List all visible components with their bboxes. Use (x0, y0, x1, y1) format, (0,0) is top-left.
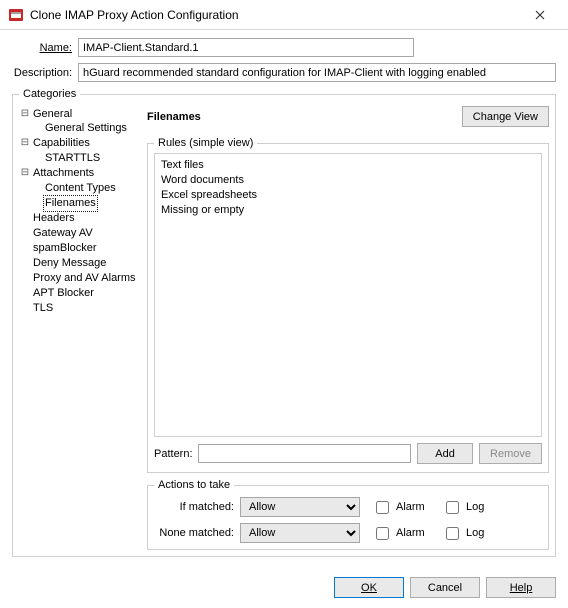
none-matched-select[interactable]: Allow (240, 523, 360, 543)
tree-filenames[interactable]: Filenames (43, 195, 98, 212)
tree-deny-message[interactable]: Deny Message (31, 256, 108, 271)
rule-item[interactable]: Missing or empty (161, 203, 535, 218)
if-matched-alarm-checkbox[interactable]: Alarm (360, 498, 430, 517)
description-label: Description: (12, 67, 78, 79)
category-tree[interactable]: ⊟General General Settings ⊟Capabilities … (19, 106, 141, 550)
tree-content-types[interactable]: Content Types (43, 181, 118, 196)
actions-legend: Actions to take (154, 479, 234, 491)
categories-fieldset: Categories ⊟General General Settings ⊟Ca… (12, 88, 556, 557)
tree-tls[interactable]: TLS (31, 301, 55, 316)
rules-legend: Rules (simple view) (154, 137, 257, 149)
description-input[interactable] (78, 63, 556, 82)
titlebar: Clone IMAP Proxy Action Configuration (0, 0, 568, 30)
tree-spamblocker[interactable]: spamBlocker (31, 241, 99, 256)
tree-gateway-av[interactable]: Gateway AV (31, 226, 95, 241)
rules-fieldset: Rules (simple view) Text files Word docu… (147, 137, 549, 473)
content-area: Name: Description: Categories ⊟General G… (0, 30, 568, 567)
rule-item[interactable]: Word documents (161, 173, 535, 188)
tree-general-settings[interactable]: General Settings (43, 121, 129, 136)
tree-general[interactable]: General (31, 107, 74, 122)
cancel-button[interactable]: Cancel (410, 577, 480, 598)
none-matched-label: None matched: (154, 527, 240, 539)
pattern-input[interactable] (198, 444, 411, 463)
none-matched-log-checkbox[interactable]: Log (430, 524, 490, 543)
add-button[interactable]: Add (417, 443, 473, 464)
rule-item[interactable]: Text files (161, 158, 535, 173)
detail-pane: Filenames Change View Rules (simple view… (147, 106, 549, 550)
categories-legend: Categories (19, 88, 80, 100)
tree-attachments[interactable]: Attachments (31, 166, 96, 181)
ok-button[interactable]: OK (334, 577, 404, 598)
name-label: Name: (12, 42, 78, 54)
tree-proxy-av-alarms[interactable]: Proxy and AV Alarms (31, 271, 138, 286)
tree-apt-blocker[interactable]: APT Blocker (31, 286, 96, 301)
tree-capabilities[interactable]: Capabilities (31, 136, 92, 151)
if-matched-select[interactable]: Allow (240, 497, 360, 517)
rules-list[interactable]: Text files Word documents Excel spreadsh… (154, 153, 542, 437)
app-icon (8, 7, 24, 23)
name-input[interactable] (78, 38, 414, 57)
if-matched-log-checkbox[interactable]: Log (430, 498, 490, 517)
window-title: Clone IMAP Proxy Action Configuration (30, 8, 520, 22)
none-matched-alarm-checkbox[interactable]: Alarm (360, 524, 430, 543)
dialog-button-bar: OK Cancel Help (0, 567, 568, 608)
if-matched-label: If matched: (154, 501, 240, 513)
detail-heading: Filenames (147, 111, 462, 123)
rule-item[interactable]: Excel spreadsheets (161, 188, 535, 203)
remove-button[interactable]: Remove (479, 443, 542, 464)
change-view-button[interactable]: Change View (462, 106, 549, 127)
close-button[interactable] (520, 1, 560, 29)
tree-starttls[interactable]: STARTTLS (43, 151, 102, 166)
pattern-label: Pattern: (154, 448, 192, 460)
help-button[interactable]: Help (486, 577, 556, 598)
actions-fieldset: Actions to take If matched: Allow Alarm … (147, 479, 549, 550)
tree-headers[interactable]: Headers (31, 211, 77, 226)
